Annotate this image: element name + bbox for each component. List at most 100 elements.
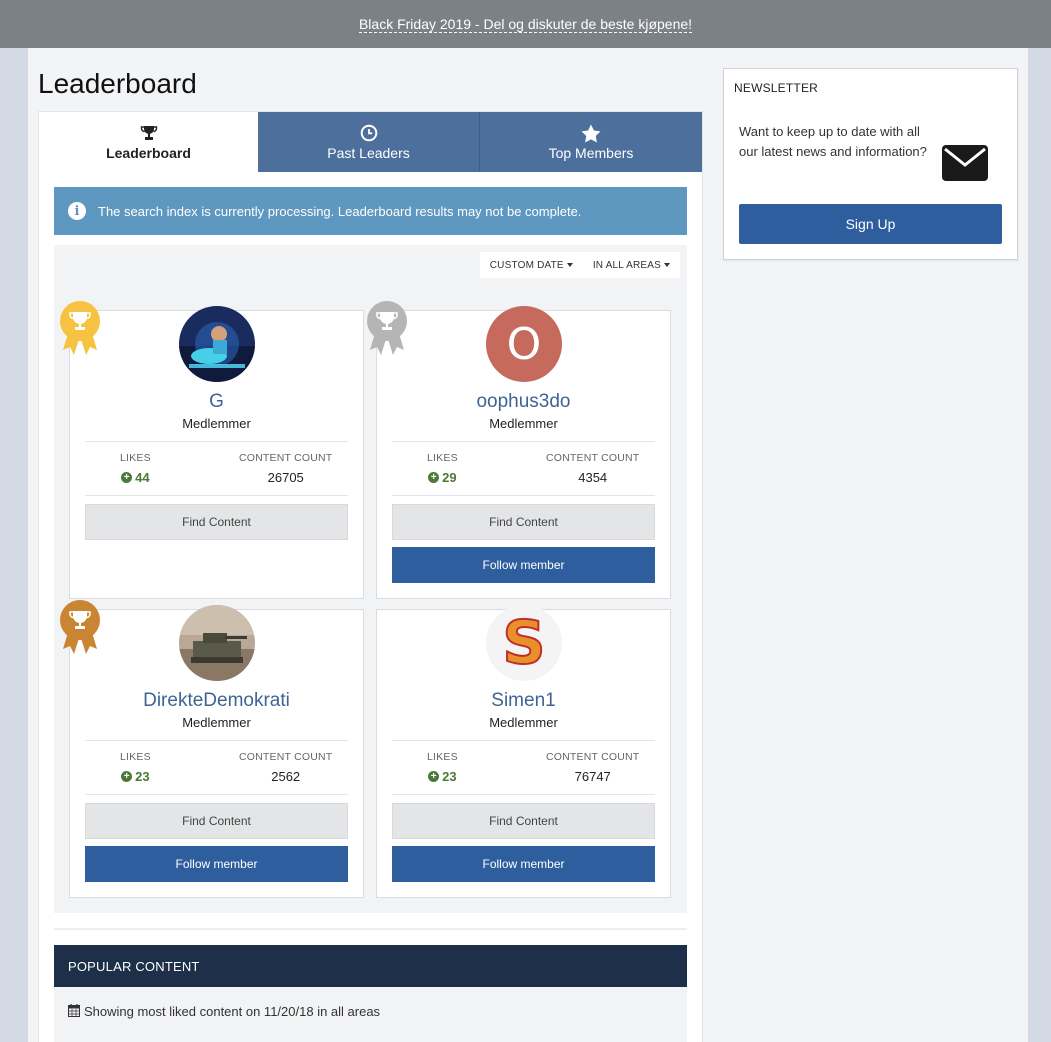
clock-icon [360, 123, 378, 143]
announcement-bar: Black Friday 2019 - Del og diskuter de b… [0, 0, 1051, 48]
likes-label: LIKES [427, 751, 458, 763]
avatar-letter: S [501, 607, 546, 679]
member-name[interactable]: oophus3do [377, 391, 670, 413]
likes-value: +29 [427, 470, 458, 485]
tab-top-members-label: Top Members [548, 145, 634, 161]
likes-stat: LIKES +44 [120, 452, 151, 485]
likes-label: LIKES [427, 452, 458, 464]
divider [392, 740, 655, 741]
likes-stat: LIKES +23 [427, 751, 458, 784]
page-title: Leaderboard [38, 68, 197, 99]
member-card: O oophus3do Medlemmer LIKES +29 CONTENT … [376, 306, 671, 599]
likes-count: 23 [135, 769, 150, 784]
filter-bar: CUSTOM DATE IN ALL AREAS [479, 252, 680, 278]
content-count-label: CONTENT COUNT [546, 751, 640, 763]
member-group: Medlemmer [182, 715, 251, 730]
member-card: DirekteDemokrati Medlemmer LIKES +23 CON… [69, 605, 364, 898]
likes-stat: LIKES +29 [427, 452, 458, 485]
newsletter-text: Want to keep up to date with all our lat… [739, 124, 927, 159]
divider [392, 794, 655, 795]
caret-down-icon [664, 262, 670, 267]
custom-date-label: CUSTOM DATE [489, 259, 564, 271]
find-content-button[interactable]: Find Content [85, 803, 348, 839]
info-icon: i [68, 202, 86, 220]
likes-label: LIKES [120, 751, 151, 763]
likes-value: +44 [120, 470, 151, 485]
likes-count: 44 [135, 470, 150, 485]
custom-date-filter[interactable]: CUSTOM DATE [490, 260, 573, 271]
notice-text: The search index is currently processing… [98, 203, 582, 219]
star-icon [581, 123, 601, 143]
content-count-label: CONTENT COUNT [239, 751, 333, 763]
content-count-stat: CONTENT COUNT 4354 [546, 452, 639, 485]
tab-top-members[interactable]: Top Members [480, 112, 702, 172]
likes-value: +23 [120, 769, 151, 784]
caret-down-icon [566, 262, 573, 267]
divider [392, 441, 655, 442]
trophy-icon [140, 123, 158, 143]
divider [85, 495, 348, 496]
area-filter[interactable]: IN ALL AREAS [593, 260, 670, 271]
content-count-stat: CONTENT COUNT 76747 [546, 751, 639, 784]
sign-up-button[interactable]: Sign Up [739, 204, 1002, 244]
plus-circle-icon: + [428, 472, 440, 483]
content-count-label: CONTENT COUNT [239, 452, 333, 464]
tab-past-leaders-label: Past Leaders [327, 145, 410, 161]
member-group: Medlemmer [489, 715, 558, 730]
likes-value: +23 [427, 769, 458, 784]
member-card: S Simen1 Medlemmer LIKES +23 CONTENT COU… [376, 605, 671, 898]
envelope-icon [942, 145, 988, 186]
plus-circle-icon: + [428, 771, 440, 782]
likes-count: 23 [442, 769, 457, 784]
popular-content-text: Showing most liked content on 11/20/18 i… [84, 1004, 381, 1019]
content-count-value: 26705 [267, 470, 304, 485]
likes-label: LIKES [120, 452, 151, 464]
avatar[interactable] [179, 306, 255, 382]
calendar-icon [68, 1004, 80, 1020]
member-card: G Medlemmer LIKES +44 CONTENT COUNT 2670… [69, 306, 364, 599]
search-index-notice: i The search index is currently processi… [54, 187, 687, 235]
follow-member-button[interactable]: Follow member [392, 846, 655, 882]
leaderboard-tabs: Leaderboard Past Leaders Top Members [39, 112, 702, 172]
tab-leaderboard[interactable]: Leaderboard [39, 112, 258, 172]
silver-medal-icon [366, 300, 408, 363]
member-name[interactable]: Simen1 [377, 690, 670, 712]
avatar[interactable]: S [486, 605, 562, 681]
popular-content-summary: Showing most liked content on 11/20/18 i… [54, 987, 687, 1042]
area-filter-label: IN ALL AREAS [592, 259, 661, 271]
find-content-button[interactable]: Find Content [392, 803, 655, 839]
content-count-value: 2562 [271, 769, 301, 784]
avatar[interactable] [179, 605, 255, 681]
avatar[interactable]: O [486, 306, 562, 382]
member-name[interactable]: DirekteDemokrati [70, 690, 363, 712]
leaderboard-board: CUSTOM DATE IN ALL AREAS G Medlemmer LIK… [54, 245, 687, 913]
divider [85, 441, 348, 442]
avatar-letter: O [506, 318, 542, 370]
follow-member-button[interactable]: Follow member [85, 846, 348, 882]
tab-past-leaders[interactable]: Past Leaders [258, 112, 480, 172]
content-count-stat: CONTENT COUNT 2562 [239, 751, 332, 784]
page-container: Leaderboard Leaderboard Past Leaders Top… [28, 48, 1028, 1042]
divider [392, 495, 655, 496]
divider [85, 794, 348, 795]
newsletter-title: NEWSLETTER [734, 81, 819, 95]
divider [85, 740, 348, 741]
newsletter-widget: NEWSLETTER Want to keep up to date with … [723, 68, 1018, 260]
content-count-value: 4354 [578, 470, 608, 485]
bronze-medal-icon [59, 599, 101, 662]
plus-circle-icon: + [121, 771, 133, 782]
content-count-value: 76747 [574, 769, 611, 784]
tab-leaderboard-label: Leaderboard [106, 145, 191, 161]
member-name[interactable]: G [70, 391, 363, 413]
follow-member-button[interactable]: Follow member [392, 547, 655, 583]
likes-stat: LIKES +23 [120, 751, 151, 784]
find-content-button[interactable]: Find Content [85, 504, 348, 540]
gold-medal-icon [59, 300, 101, 363]
member-group: Medlemmer [182, 416, 251, 431]
announcement-link[interactable]: Black Friday 2019 - Del og diskuter de b… [358, 16, 693, 33]
divider [54, 928, 687, 930]
plus-circle-icon: + [121, 472, 133, 483]
likes-count: 29 [442, 470, 457, 485]
content-count-label: CONTENT COUNT [546, 452, 640, 464]
find-content-button[interactable]: Find Content [392, 504, 655, 540]
